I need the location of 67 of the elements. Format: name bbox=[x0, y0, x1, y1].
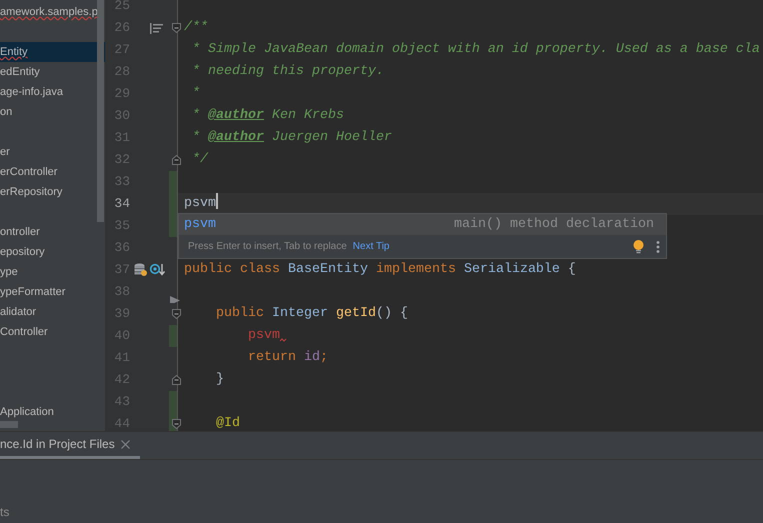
comment-text: @author bbox=[208, 108, 264, 123]
comment-text: */ bbox=[190, 152, 208, 167]
code-token: { bbox=[566, 262, 576, 277]
code-token: id bbox=[304, 350, 320, 365]
scrollbar-thumb[interactable] bbox=[97, 0, 104, 222]
overridden-method-icon[interactable] bbox=[150, 263, 165, 276]
change-marker[interactable] bbox=[169, 215, 177, 237]
reader-mode-icon[interactable] bbox=[150, 23, 163, 34]
comment-text: @author bbox=[208, 130, 264, 145]
comment-text: Juergen Hoeller bbox=[270, 130, 392, 145]
fold-icon[interactable] bbox=[172, 155, 181, 165]
tree-item[interactable]: age-info.java bbox=[0, 82, 96, 102]
code-token: psvm bbox=[246, 328, 280, 343]
tree-item[interactable]: er bbox=[0, 142, 96, 162]
code-token: public class bbox=[184, 262, 281, 277]
tree-item[interactable]: ype bbox=[0, 262, 96, 282]
tree-item[interactable]: epository bbox=[0, 242, 96, 262]
tree-item[interactable]: edEntity bbox=[0, 62, 96, 82]
change-marker[interactable] bbox=[169, 171, 177, 193]
code-token: @Id bbox=[214, 416, 240, 431]
completion-item[interactable]: psvm main() method declaration bbox=[179, 214, 666, 235]
tree-item[interactable]: amework.samples.p bbox=[0, 2, 96, 22]
error-squiggle-icon bbox=[280, 338, 287, 342]
fold-icon[interactable] bbox=[172, 309, 181, 319]
run-icon[interactable] bbox=[170, 296, 180, 305]
tree-item[interactable]: erController bbox=[0, 162, 96, 182]
code-token: BaseEntity bbox=[288, 262, 368, 277]
comment-text: * bbox=[190, 130, 201, 145]
next-tip-link[interactable]: Next Tip bbox=[352, 241, 390, 252]
tree-item[interactable]: Application bbox=[0, 402, 96, 422]
line-number: 34 bbox=[113, 195, 130, 213]
code-token: } bbox=[214, 372, 224, 387]
hint-text: Press Enter to insert, Tab to replace bbox=[188, 241, 347, 252]
code-token: ; bbox=[320, 350, 328, 365]
code-token: () { bbox=[376, 306, 408, 321]
comment-text: * Simple JavaBean domain object with an id property. Used as a base cla bbox=[190, 42, 760, 57]
footer-text: ts bbox=[0, 505, 10, 519]
code-token: return bbox=[246, 350, 297, 365]
comment-text: /** bbox=[184, 20, 208, 35]
comment-text: Ken Krebs bbox=[270, 108, 344, 123]
change-marker[interactable] bbox=[169, 391, 177, 413]
comment-text: * bbox=[190, 86, 200, 101]
code-token: implements bbox=[374, 262, 457, 277]
scrollbar-thumb[interactable] bbox=[0, 421, 18, 428]
code-token: Integer bbox=[272, 306, 329, 321]
database-icon[interactable] bbox=[134, 263, 147, 276]
tree-item[interactable]: erRepository bbox=[0, 182, 96, 202]
comment-text: * needing this property. bbox=[190, 64, 384, 79]
code-token: psvm bbox=[184, 196, 216, 211]
tree-item[interactable]: alidator bbox=[0, 302, 96, 322]
code-token: Serializable bbox=[464, 262, 560, 277]
fold-icon[interactable] bbox=[172, 23, 181, 33]
fold-icon[interactable] bbox=[172, 375, 181, 385]
lightbulb-icon[interactable] bbox=[633, 240, 644, 254]
fold-icon[interactable] bbox=[172, 419, 181, 429]
tree-item[interactable]: on bbox=[0, 102, 96, 122]
tree-item[interactable]: ontroller bbox=[0, 222, 96, 242]
tree-item[interactable]: Controller bbox=[0, 322, 96, 342]
find-tab[interactable]: nce.Id in Project Files bbox=[0, 432, 140, 459]
change-marker[interactable] bbox=[169, 325, 177, 347]
code-token: getId bbox=[336, 306, 376, 321]
code-token: public bbox=[214, 306, 265, 321]
tree-item[interactable]: Entity bbox=[0, 42, 105, 62]
tree-item[interactable]: ypeFormatter bbox=[0, 282, 96, 302]
more-options-icon[interactable] bbox=[656, 240, 660, 252]
close-icon[interactable] bbox=[120, 440, 130, 448]
comment-text: * bbox=[190, 108, 201, 123]
